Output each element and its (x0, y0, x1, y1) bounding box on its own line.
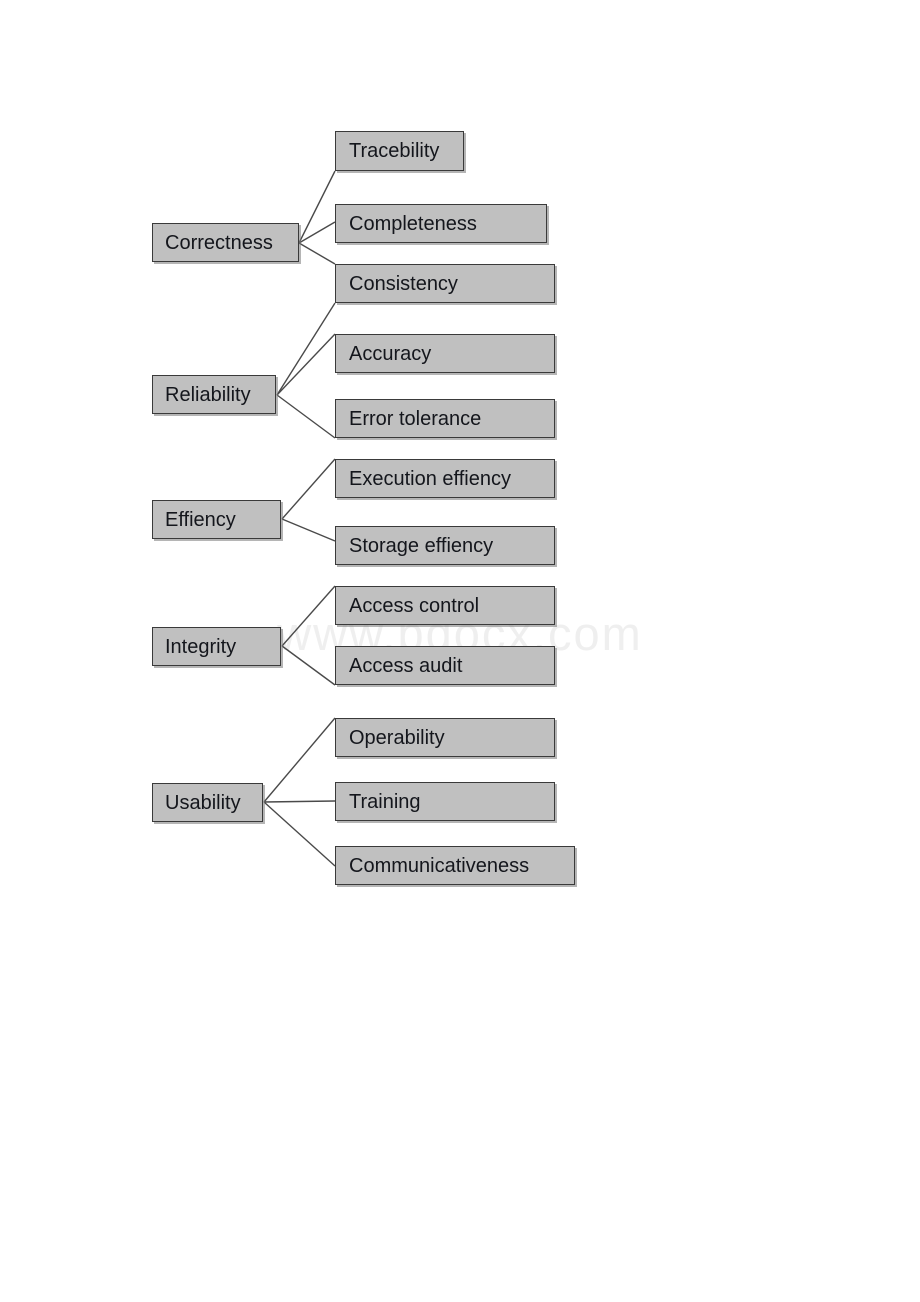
edge-integrity-to-access-control (281, 585, 336, 647)
node-label: Operability (349, 726, 445, 749)
edge-correctness-to-completeness (298, 221, 336, 244)
node-label: Error tolerance (349, 407, 482, 430)
node-label: Effiency (165, 508, 236, 531)
node-label: Accuracy (349, 342, 432, 365)
node-label: Correctness (165, 231, 273, 254)
child-node-access-audit[interactable]: Access audit (335, 646, 555, 685)
node-label: Storage effiency (349, 534, 494, 557)
node-label: Consistency (349, 272, 458, 295)
node-label: Reliability (165, 383, 251, 406)
parent-node-integrity[interactable]: Integrity (152, 627, 281, 666)
edge-effiency-to-execution-effiency (281, 458, 336, 520)
edge-reliability-to-accuracy (276, 333, 336, 396)
edge-usability-to-operability (263, 717, 336, 803)
node-label: Access audit (349, 654, 463, 677)
child-node-training[interactable]: Training (335, 782, 555, 821)
edge-correctness-to-consistency (298, 242, 336, 265)
child-node-error-tolerance[interactable]: Error tolerance (335, 399, 555, 438)
edge-reliability-to-consistency (276, 302, 336, 396)
child-node-execution-effiency[interactable]: Execution effiency (335, 459, 555, 498)
child-node-accuracy[interactable]: Accuracy (335, 334, 555, 373)
edge-correctness-to-tracebility (298, 170, 336, 244)
node-label: Communicativeness (349, 854, 530, 877)
node-label: Usability (165, 791, 241, 814)
child-node-access-control[interactable]: Access control (335, 586, 555, 625)
child-node-tracebility[interactable]: Tracebility (335, 131, 464, 171)
parent-node-correctness[interactable]: Correctness (152, 223, 299, 262)
parent-node-effiency[interactable]: Effiency (152, 500, 281, 539)
child-node-storage-effiency[interactable]: Storage effiency (335, 526, 555, 565)
child-node-consistency[interactable]: Consistency (335, 264, 555, 303)
edge-usability-to-communicativeness (263, 801, 336, 867)
quality-factors-diagram: Correctness Tracebility Completeness Consis… (0, 0, 920, 1302)
edge-reliability-to-error-tolerance (276, 394, 336, 439)
edge-effiency-to-storage-effiency (281, 518, 336, 542)
node-label: Training (349, 790, 421, 813)
node-label: Integrity (165, 635, 237, 658)
parent-node-reliability[interactable]: Reliability (152, 375, 276, 414)
edge-integrity-to-access-audit (281, 645, 336, 686)
page-canvas: www.bdocx.com Correctness Tracebility Comp… (0, 0, 920, 1302)
child-node-completeness[interactable]: Completeness (335, 204, 547, 243)
node-label: Access control (349, 594, 480, 617)
edge-usability-to-training (263, 800, 336, 803)
parent-node-usability[interactable]: Usability (152, 783, 263, 822)
child-node-operability[interactable]: Operability (335, 718, 555, 757)
child-node-communicativeness[interactable]: Communicativeness (335, 846, 575, 885)
node-label: Completeness (349, 212, 477, 235)
node-label: Tracebility (349, 140, 440, 162)
node-label: Execution effiency (349, 467, 511, 490)
